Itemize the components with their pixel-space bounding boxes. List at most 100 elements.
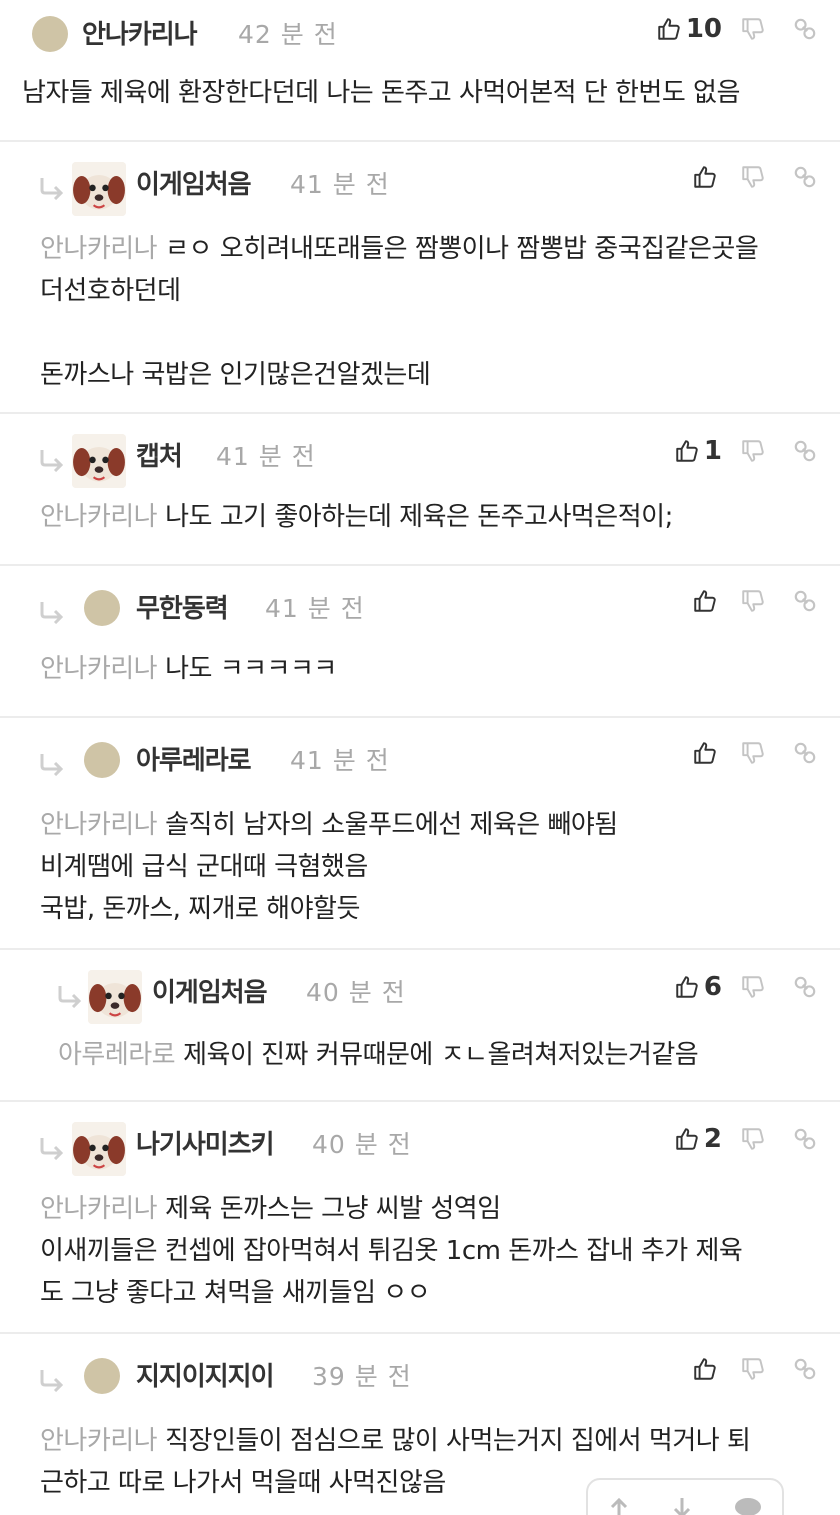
like-count: 6 [703, 972, 722, 1002]
thumbs-down-icon [740, 588, 766, 614]
thumbs-up-icon [674, 438, 700, 464]
thumbs-down-icon [740, 164, 766, 190]
floating-toolbar[interactable] [586, 1478, 784, 1515]
share-link-button[interactable] [792, 438, 818, 464]
dislike-button[interactable] [740, 588, 766, 614]
comment-actions: 6 [674, 972, 818, 1002]
dislike-button[interactable] [740, 974, 766, 1000]
link-icon [792, 1126, 818, 1152]
comment-time: 41 분 전 [216, 442, 316, 471]
thumbs-down-icon [740, 1126, 766, 1152]
comment-body: 안나카리나 나도 ㅋㅋㅋㅋㅋ [40, 648, 337, 690]
comment-item: 이게임처음 41 분 전 안나카리나 ㄹㅇ 오히려내또래들은 짬뽕이나 짬뽕밥 중국… [0, 142, 840, 414]
like-button[interactable]: 10 [656, 14, 722, 44]
comment-author[interactable]: 안나카리나 [82, 14, 198, 51]
mention-tag[interactable]: 안나카리나 [40, 502, 158, 532]
like-button[interactable]: 6 [674, 972, 722, 1002]
avatar[interactable] [32, 16, 68, 52]
like-button[interactable]: 1 [674, 436, 722, 466]
comment-item: 이게임처음 40 분 전 6 아루레라로 제육이 진짜 커뮤때문에 ㅈㄴ올려쳐저있는… [0, 950, 840, 1102]
dislike-button[interactable] [740, 1126, 766, 1152]
comment-actions [692, 164, 818, 190]
thumbs-up-icon [656, 16, 682, 42]
reply-arrow-icon [38, 1368, 68, 1392]
reply-arrow-icon [56, 984, 86, 1008]
avatar[interactable] [72, 1122, 126, 1176]
avatar[interactable] [84, 1358, 120, 1394]
avatar[interactable] [88, 970, 142, 1024]
avatar[interactable] [72, 434, 126, 488]
comment-author[interactable]: 무한동력 [136, 588, 229, 625]
comment-item: 안나카리나 42 분 전 10 남자들 제육에 환장한다던데 나는 돈주고 사먹어… [0, 0, 840, 142]
comment-author[interactable]: 나기사미츠키 [136, 1124, 275, 1161]
dislike-button[interactable] [740, 740, 766, 766]
avatar[interactable] [72, 162, 126, 216]
thumbs-up-icon [692, 588, 718, 614]
scroll-up-icon[interactable] [607, 1496, 631, 1515]
comment-body: 안나카리나 솔직히 남자의 소울푸드에선 제육은 빼야됨 비계땜에 급식 군대때 … [40, 804, 618, 930]
thumbs-up-icon [692, 164, 718, 190]
avatar[interactable] [84, 742, 120, 778]
comment-actions: 2 [674, 1124, 818, 1154]
comment-actions: 10 [656, 14, 818, 44]
comment-time: 41 분 전 [290, 746, 390, 775]
mention-tag[interactable]: 안나카리나 [40, 1194, 158, 1224]
dislike-button[interactable] [740, 438, 766, 464]
comment-time: 39 분 전 [312, 1362, 412, 1391]
mention-tag[interactable]: 안나카리나 [40, 1426, 158, 1456]
mention-tag[interactable]: 안나카리나 [40, 234, 158, 264]
thumbs-down-icon [740, 740, 766, 766]
comment-author[interactable]: 아루레라로 [136, 740, 252, 777]
share-link-button[interactable] [792, 1356, 818, 1382]
like-count: 2 [703, 1124, 722, 1154]
comment-item: 나기사미츠키 40 분 전 2 안나카리나 제육 돈까스는 그냥 씨발 성역임 이새… [0, 1102, 840, 1334]
comment-icon[interactable] [733, 1496, 763, 1515]
comment-author[interactable]: 지지이지지이 [136, 1356, 275, 1393]
like-button[interactable]: 2 [674, 1124, 722, 1154]
comment-actions [692, 1356, 818, 1382]
comment-body: 안나카리나 나도 고기 좋아하는데 제육은 돈주고사먹은적이; [40, 496, 673, 538]
like-button[interactable] [692, 1356, 722, 1382]
dislike-button[interactable] [740, 1356, 766, 1382]
thumbs-down-icon [740, 974, 766, 1000]
share-link-button[interactable] [792, 1126, 818, 1152]
comment-time: 42 분 전 [238, 20, 338, 49]
dislike-button[interactable] [740, 16, 766, 42]
comment-time: 41 분 전 [265, 594, 365, 623]
dislike-button[interactable] [740, 164, 766, 190]
link-icon [792, 164, 818, 190]
comment-actions [692, 740, 818, 766]
comment-item: 아루레라로 41 분 전 안나카리나 솔직히 남자의 소울푸드에선 제육은 빼야됨 … [0, 718, 840, 950]
comment-actions: 1 [674, 436, 818, 466]
reply-arrow-icon [38, 600, 68, 624]
mention-tag[interactable]: 안나카리나 [40, 654, 158, 684]
mention-tag[interactable]: 안나카리나 [40, 810, 158, 840]
comment-text: 나도 ㅋㅋㅋㅋㅋ [165, 654, 337, 684]
mention-tag[interactable]: 아루레라로 [58, 1040, 176, 1070]
share-link-button[interactable] [792, 588, 818, 614]
comment-item: 캡처 41 분 전 1 안나카리나 나도 고기 좋아하는데 제육은 돈주고사먹은적이… [0, 414, 840, 566]
thumbs-down-icon [740, 1356, 766, 1382]
share-link-button[interactable] [792, 16, 818, 42]
link-icon [792, 438, 818, 464]
comment-time: 40 분 전 [312, 1130, 412, 1159]
share-link-button[interactable] [792, 740, 818, 766]
comment-text: 남자들 제육에 환장한다던데 나는 돈주고 사먹어본적 단 한번도 없음 [22, 78, 740, 108]
thumbs-up-icon [692, 740, 718, 766]
thumbs-up-icon [692, 1356, 718, 1382]
avatar[interactable] [84, 590, 120, 626]
share-link-button[interactable] [792, 164, 818, 190]
like-button[interactable] [692, 740, 722, 766]
comment-author[interactable]: 이게임처음 [136, 164, 252, 201]
scroll-down-icon[interactable] [670, 1496, 694, 1515]
reply-arrow-icon [38, 752, 68, 776]
share-link-button[interactable] [792, 974, 818, 1000]
comment-text: 나도 고기 좋아하는데 제육은 돈주고사먹은적이; [165, 502, 673, 532]
comment-author[interactable]: 캡처 [136, 436, 183, 473]
like-button[interactable] [692, 164, 722, 190]
reply-arrow-icon [38, 448, 68, 472]
like-button[interactable] [692, 588, 722, 614]
thumbs-down-icon [740, 438, 766, 464]
comment-actions [692, 588, 818, 614]
comment-author[interactable]: 이게임처음 [152, 972, 268, 1009]
